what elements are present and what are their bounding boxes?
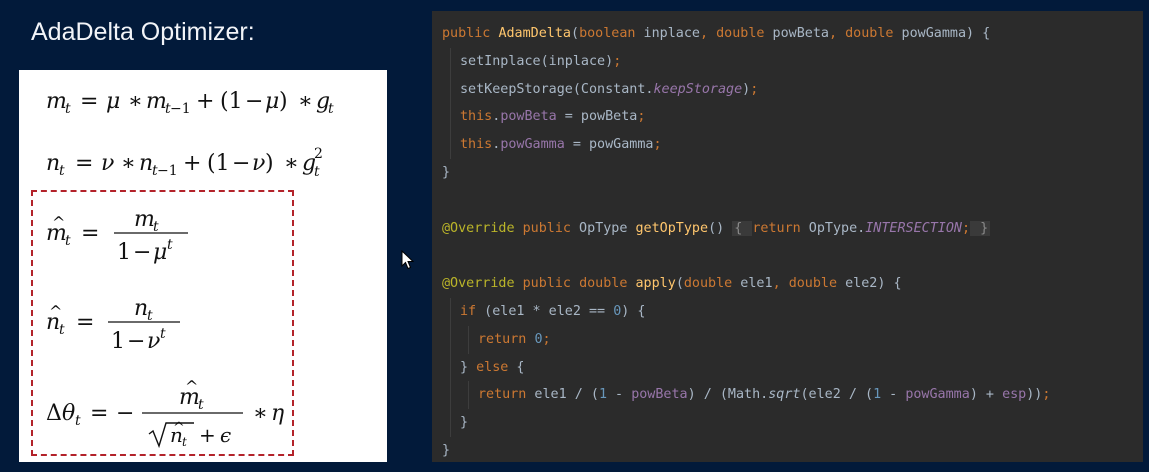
slide-title: AdaDelta Optimizer: <box>31 18 255 46</box>
svg-text:(1: (1 <box>207 151 230 176</box>
code-line-13: } else { <box>442 353 1143 382</box>
svg-text:(1: (1 <box>220 89 243 114</box>
code-line-10: @Override public double apply(double ele… <box>442 276 902 292</box>
svg-text:η: η <box>271 401 284 426</box>
svg-text:−: − <box>245 89 263 114</box>
formula-panel: m t = μ ∗ m t −1 + (1 − μ ) ∗ g t n t = … <box>19 70 387 462</box>
svg-text:t: t <box>198 397 204 413</box>
svg-text:μ: μ <box>153 240 167 265</box>
svg-text:∗: ∗ <box>284 151 299 176</box>
svg-text:ν: ν <box>252 151 265 176</box>
svg-text:t: t <box>59 163 65 179</box>
svg-text:=: = <box>80 89 98 114</box>
svg-text:^: ^ <box>173 420 185 436</box>
code-line-3: setKeepStorage(Constant.keepStorage); <box>442 75 1143 104</box>
code-line-12: return 0; <box>442 325 1143 354</box>
svg-text:): ) <box>279 89 288 114</box>
svg-text:t: t <box>328 101 334 117</box>
formula-m-update: m t = μ ∗ m t −1 + (1 − μ ) ∗ g t <box>46 84 376 120</box>
svg-text:−1: −1 <box>157 163 178 179</box>
svg-text:−: − <box>116 401 134 426</box>
code-editor[interactable]: public AdamDelta(boolean inplace, double… <box>432 11 1143 462</box>
svg-text:ϵ: ϵ <box>220 423 231 447</box>
code-line-15: } <box>442 409 1143 437</box>
svg-text:−: − <box>133 240 151 265</box>
code-line-16: } <box>442 442 451 458</box>
formula-delta-theta: Δ θ t = − m ^ t n ^ t + ϵ ∗ η <box>46 376 306 456</box>
svg-text:): ) <box>265 151 274 176</box>
svg-text:t: t <box>314 164 320 180</box>
svg-text:t: t <box>59 322 65 338</box>
svg-text:∗: ∗ <box>128 89 143 114</box>
code-line-8: @Override public OpType getOpType() { re… <box>442 220 991 236</box>
svg-text:=: = <box>90 401 108 426</box>
code-line-4: this.powBeta = powBeta; <box>442 103 1143 132</box>
svg-text:=: = <box>76 310 94 335</box>
svg-text:t: t <box>160 326 166 342</box>
svg-text:μ: μ <box>265 89 279 114</box>
svg-text:m: m <box>146 89 167 114</box>
svg-text:−: − <box>127 329 145 354</box>
svg-text:−: − <box>232 151 250 176</box>
svg-text:μ: μ <box>106 89 120 114</box>
code-line-1: public AdamDelta(boolean inplace, double… <box>442 26 991 41</box>
svg-text:∗: ∗ <box>298 89 313 114</box>
svg-text:^: ^ <box>52 213 65 232</box>
svg-text:t: t <box>167 237 173 253</box>
code-line-6: } <box>442 164 451 180</box>
formula-m-hat: m ^ t = m t 1 − μ t <box>46 202 216 272</box>
svg-text:^: ^ <box>185 377 198 396</box>
formula-n-update: n t = ν ∗ n t −1 + (1 − ν ) ∗ g 2 t <box>46 144 376 184</box>
formula-n-hat: n ^ t = n t 1 − ν t <box>46 291 216 361</box>
svg-text:t: t <box>65 233 71 249</box>
svg-text:Δ: Δ <box>46 401 62 426</box>
code-line-14: return ele1 / (1 - powBeta) / (Math.sqrt… <box>442 381 1143 410</box>
svg-text:+: + <box>196 89 214 114</box>
svg-text:∗: ∗ <box>253 401 268 426</box>
code-line-11: if (ele1 * ele2 == 0) { <box>442 297 1143 326</box>
mouse-pointer-icon <box>401 249 415 275</box>
svg-text:+: + <box>199 423 216 447</box>
svg-text:+: + <box>183 151 201 176</box>
svg-text:^: ^ <box>49 302 62 321</box>
code-line-5: this.powGamma = powGamma; <box>442 131 1143 159</box>
svg-text:t: t <box>182 435 187 449</box>
svg-text:−1: −1 <box>170 101 191 117</box>
svg-text:1: 1 <box>117 240 131 265</box>
svg-text:2: 2 <box>314 146 323 162</box>
svg-text:=: = <box>75 151 93 176</box>
code-line-2: setInplace(inplace); <box>442 47 1143 76</box>
svg-text:θ: θ <box>62 401 75 426</box>
svg-text:∗: ∗ <box>121 151 136 176</box>
svg-text:t: t <box>75 413 81 429</box>
svg-text:m: m <box>46 89 67 114</box>
svg-text:t: t <box>65 101 71 117</box>
svg-text:ν: ν <box>147 329 160 354</box>
svg-text:ν: ν <box>101 151 114 176</box>
svg-text:=: = <box>81 221 99 246</box>
svg-text:m: m <box>134 207 155 232</box>
svg-text:1: 1 <box>111 329 125 354</box>
